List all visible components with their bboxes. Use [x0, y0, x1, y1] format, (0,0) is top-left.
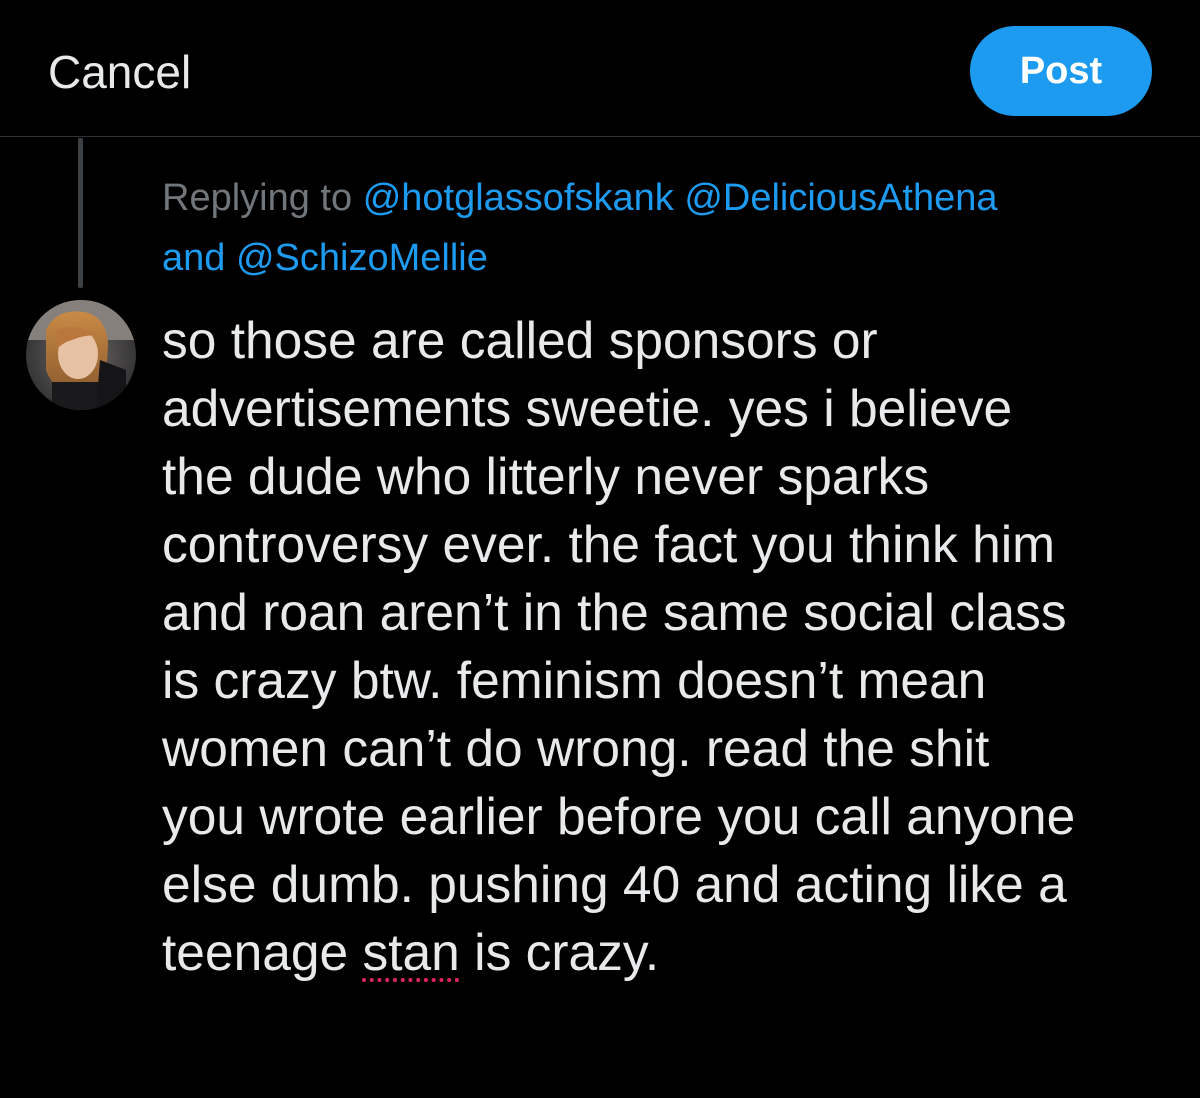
- replying-to-line: Replying to @hotglassofskank @DeliciousA…: [162, 168, 1162, 288]
- replying-to-label: Replying to: [162, 177, 353, 219]
- cancel-button[interactable]: Cancel: [48, 44, 191, 100]
- spellcheck-flagged-word[interactable]: stan: [362, 923, 459, 981]
- user-avatar[interactable]: [26, 300, 136, 410]
- avatar-photo-icon: [26, 300, 136, 410]
- tweet-line-last: teenage stan is crazy.: [162, 918, 1182, 986]
- mention-link-hotglassofskank[interactable]: @hotglassofskank: [363, 177, 674, 219]
- thread-connector-line: [78, 138, 83, 288]
- tweet-body[interactable]: so those are called sponsors or advertis…: [162, 306, 1182, 986]
- tweet-line: and roan aren’t in the same social class: [162, 583, 1067, 641]
- mention-link-deliciousathena[interactable]: @DeliciousAthena: [684, 177, 997, 219]
- tweet-text-segment: teenage: [162, 923, 349, 981]
- tweet-line: so those are called sponsors or: [162, 311, 878, 369]
- replying-and-word[interactable]: and: [162, 237, 225, 279]
- tweet-line: else dumb. pushing 40 and acting like a: [162, 855, 1067, 913]
- tweet-line: the dude who litterly never sparks: [162, 447, 930, 505]
- compose-header: Cancel Post: [0, 0, 1200, 137]
- tweet-line: advertisements sweetie. yes i believe: [162, 379, 1013, 437]
- tweet-line: women can’t do wrong. read the shit: [162, 719, 990, 777]
- tweet-text-segment: is crazy.: [474, 923, 660, 981]
- tweet-line: is crazy btw. feminism doesn’t mean: [162, 651, 987, 709]
- post-button[interactable]: Post: [970, 26, 1152, 116]
- mention-link-schizomellie[interactable]: @SchizoMellie: [236, 237, 488, 279]
- tweet-line: you wrote earlier before you call anyone: [162, 787, 1076, 845]
- tweet-line: controversy ever. the fact you think him: [162, 515, 1056, 573]
